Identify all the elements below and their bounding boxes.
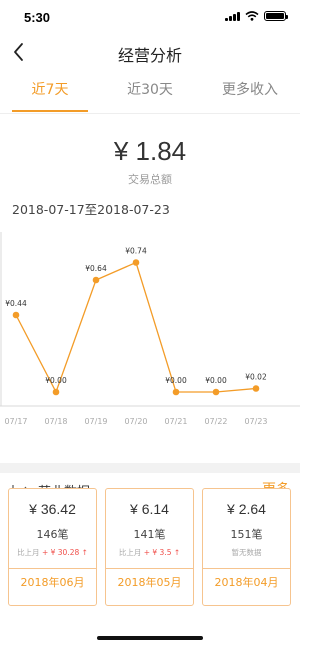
card-count: 146笔	[36, 528, 69, 541]
date-range: 2018-07-17至2018-07-23	[12, 202, 170, 217]
data-label: ¥0.64	[85, 264, 107, 273]
total-label: 交易总额	[128, 173, 172, 186]
data-label: ¥0.44	[5, 299, 27, 308]
tab-label: 近7天	[31, 82, 69, 98]
monthly-card-may[interactable]: ¥ 6.14 141笔 比上月 + ¥ 3.5 ↑ 2018年05月	[105, 488, 194, 606]
wifi-icon	[245, 11, 259, 21]
status-time: 5:30	[24, 10, 51, 25]
tab-label: 近30天	[127, 82, 173, 98]
card-compare: 暂无数据	[203, 547, 290, 558]
data-point	[252, 385, 260, 392]
monthly-card-april[interactable]: ¥ 2.64 151笔 暂无数据 2018年04月	[202, 488, 291, 606]
x-tick-label: 07/17	[4, 417, 27, 426]
x-tick-label: 07/19	[84, 417, 107, 426]
compare-prefix: 比上月	[118, 548, 142, 557]
card-amount: ¥ 36.42	[29, 501, 76, 517]
tab-more-income[interactable]: 更多收入	[200, 72, 300, 114]
tab-label: 更多收入	[222, 82, 278, 98]
card-divider	[106, 568, 193, 569]
compare-prefix: 比上月	[17, 548, 40, 557]
x-tick-label: 07/22	[204, 417, 227, 426]
data-point	[52, 388, 60, 396]
data-label: ¥0.02	[245, 373, 267, 382]
data-point	[212, 388, 220, 396]
page-title: 经营分析	[117, 46, 182, 65]
card-month: 2018年04月	[214, 576, 279, 589]
series-line	[15, 261, 257, 394]
tab-30-days[interactable]: 近30天	[100, 72, 200, 114]
x-tick-label: 07/20	[124, 417, 147, 426]
card-compare: 比上月 + ¥ 30.28 ↑	[9, 547, 96, 558]
x-tick-label: 07/21	[164, 417, 187, 426]
data-label: ¥0.00	[45, 376, 67, 385]
card-month: 2018年06月	[20, 576, 85, 589]
tab-7-days[interactable]: 近7天	[0, 72, 100, 114]
data-point	[92, 276, 100, 284]
x-tick-label: 07/23	[244, 417, 267, 426]
compare-value: + ¥ 30.28 ↑	[41, 548, 88, 557]
data-label: ¥0.74	[125, 247, 147, 256]
card-count: 141笔	[133, 528, 166, 541]
data-label: ¥0.00	[165, 376, 187, 385]
home-indicator	[97, 636, 203, 640]
card-compare: 比上月 + ¥ 3.5 ↑	[106, 547, 193, 558]
data-label: ¥0.00	[205, 376, 227, 385]
data-point	[132, 259, 140, 266]
card-divider	[203, 568, 290, 569]
monthly-card-june[interactable]: ¥ 36.42 146笔 比上月 + ¥ 30.28 ↑ 2018年06月	[8, 488, 97, 606]
card-divider	[9, 568, 96, 569]
period-tabs: 近7天 近30天 更多收入	[0, 72, 300, 114]
compare-prefix: 暂无数据	[231, 548, 262, 557]
status-bar: 5:30	[0, 0, 300, 34]
x-tick-label: 07/18	[44, 417, 67, 426]
cellular-signal-icon	[225, 11, 240, 21]
card-amount: ¥ 2.64	[227, 501, 266, 517]
card-month: 2018年05月	[117, 576, 182, 589]
card-count: 151笔	[230, 528, 263, 541]
nav-bar: 经营分析	[0, 34, 300, 72]
card-amount: ¥ 6.14	[130, 501, 169, 517]
status-icons	[225, 11, 288, 21]
battery-icon	[264, 11, 288, 21]
active-tab-indicator	[12, 110, 88, 112]
compare-value: + ¥ 3.5 ↑	[143, 548, 181, 557]
section-divider	[0, 463, 300, 473]
transaction-line-chart: ¥0.44 07/17 ¥0.00 07/18 ¥0.64 07/19 ¥0.74 07/20…	[0, 232, 300, 426]
data-point	[172, 388, 180, 396]
total-amount: ¥ 1.84	[113, 136, 187, 166]
data-point	[12, 311, 20, 319]
